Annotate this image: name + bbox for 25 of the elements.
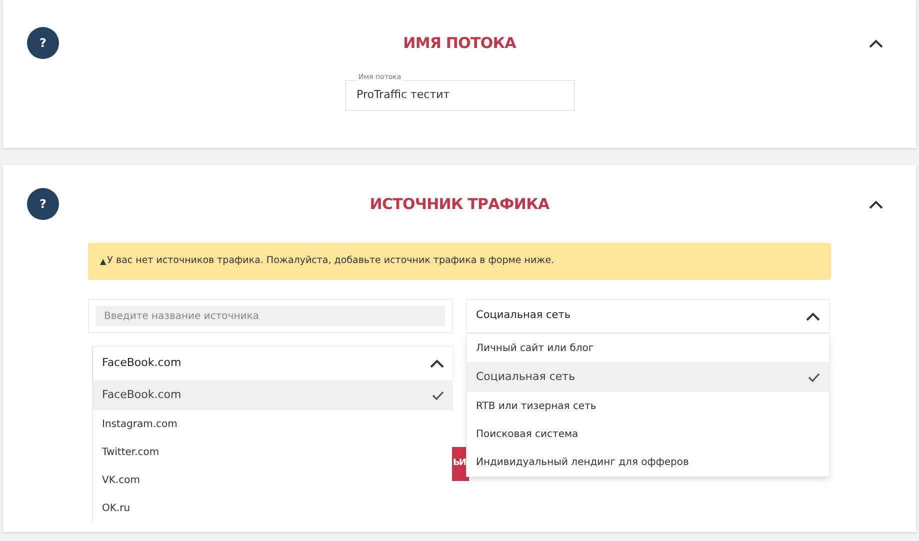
chevron-up-icon[interactable]	[869, 200, 883, 208]
source-name-field[interactable]: Введите название источника	[96, 306, 445, 326]
dropdown-option[interactable]: Индивидуальный лендинг для офферов	[467, 448, 829, 476]
help-button[interactable]: ?	[27, 188, 59, 220]
warning-icon: ▲	[100, 256, 106, 268]
dropdown-option[interactable]: Личный сайт или блог	[467, 334, 829, 362]
field-value: ProTraffic тестит	[356, 87, 450, 104]
dropdown-option[interactable]: Instagram.com	[93, 410, 453, 438]
dropdown-option[interactable]: Twitter.com	[93, 438, 453, 466]
dropdown-option[interactable]: Поисковая система	[467, 420, 829, 448]
chevron-up-icon[interactable]	[430, 359, 444, 368]
dropdown-option[interactable]: Социальная сеть	[467, 362, 829, 392]
check-icon	[808, 372, 820, 382]
warning-text: У вас нет источников трафика. Пожалуйста, добавьте источник трафика в форме ниже.	[107, 254, 554, 268]
chevron-up-icon[interactable]	[806, 312, 820, 320]
chevron-up-icon[interactable]	[869, 38, 883, 48]
help-button[interactable]: ?	[27, 27, 59, 59]
dropdown-option[interactable]: OK.ru	[93, 494, 453, 522]
dropdown-option[interactable]: VK.com	[93, 466, 453, 494]
section-title: ИСТОЧНИК ТРАФИКА	[368, 194, 550, 215]
dropdown-option[interactable]: RTB или тизерная сеть	[467, 392, 829, 420]
type-select[interactable]: Социальная сеть	[466, 299, 830, 333]
section-title: ИМЯ ПОТОКА	[402, 32, 517, 54]
check-icon	[432, 390, 444, 400]
dropdown-option[interactable]: FaceBook.com	[93, 380, 453, 410]
